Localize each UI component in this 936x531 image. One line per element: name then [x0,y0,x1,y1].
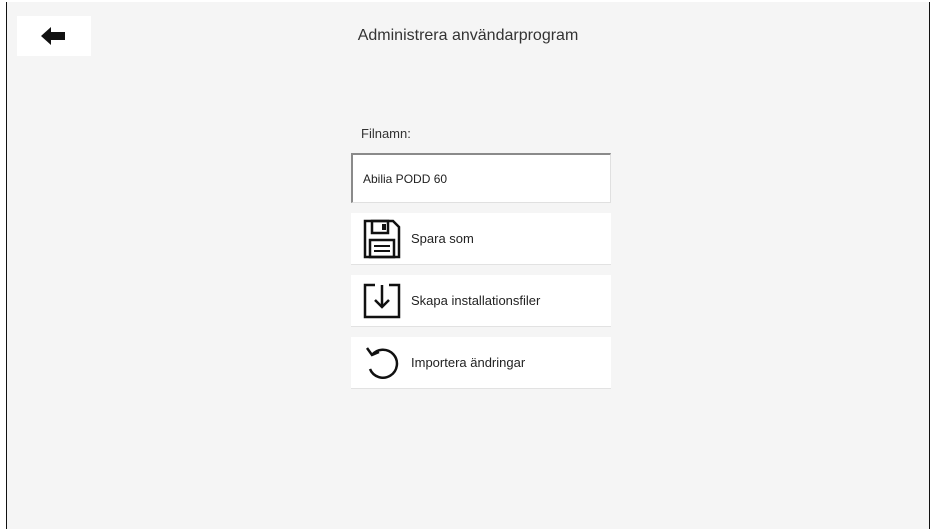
import-changes-label: Importera ändringar [411,355,526,370]
export-panel: Filnamn: Abilia PODD 60 Spara som Skapa … [351,126,611,389]
app-window: Administrera användarprogram Filnamn: Ab… [6,2,930,529]
filename-field[interactable]: Abilia PODD 60 [351,153,611,203]
create-install-files-button[interactable]: Skapa installationsfiler [351,275,611,327]
create-install-files-label: Skapa installationsfiler [411,293,541,308]
undo-circular-arrow-icon [357,344,407,382]
download-tray-icon [357,283,407,319]
import-changes-button[interactable]: Importera ändringar [351,337,611,389]
arrow-left-icon [41,27,65,45]
back-button[interactable] [17,16,91,56]
save-as-button[interactable]: Spara som [351,213,611,265]
floppy-disk-icon [357,219,407,259]
save-as-label: Spara som [411,231,474,246]
filename-label: Filnamn: [361,126,411,141]
filename-value: Abilia PODD 60 [363,171,448,186]
page-title: Administrera användarprogram [357,27,579,44]
